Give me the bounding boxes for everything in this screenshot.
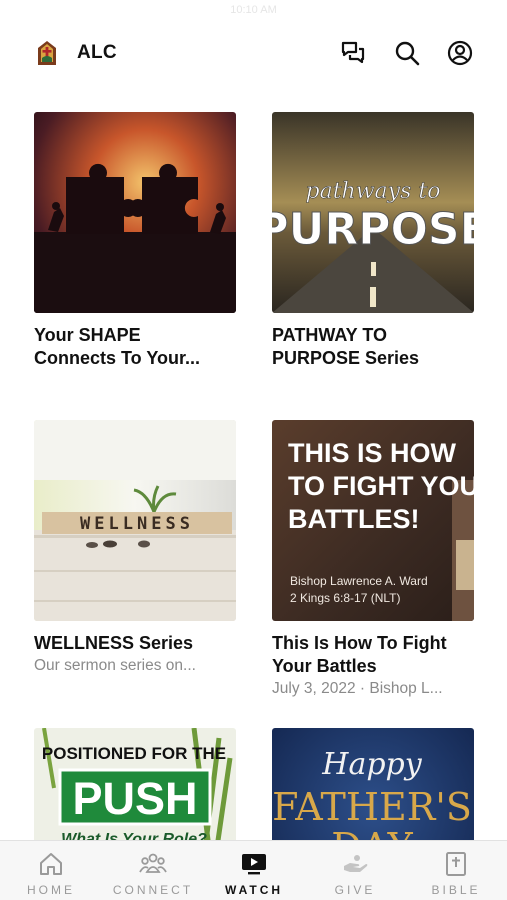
status-bar: 10:10 AM (0, 0, 507, 24)
sermon-thumbnail[interactable] (34, 112, 236, 313)
thumb-script-text: Happy (321, 747, 422, 782)
sermon-thumbnail[interactable]: WELLNESS (34, 420, 236, 621)
tab-label: HOME (27, 883, 75, 897)
thumb-speaker: Bishop Lawrence A. Ward (290, 574, 428, 588)
account-icon[interactable] (445, 38, 475, 68)
thumb-top-text: POSITIONED FOR THE (42, 744, 226, 763)
tab-bible[interactable]: BIBLE (406, 841, 506, 900)
tv-play-icon (242, 854, 266, 875)
sermon-title: This Is How To Fight Your Battles (272, 633, 447, 676)
sermon-title: Your SHAPE Connects To Your... (34, 325, 201, 368)
bottom-tab-bar: HOME CONNECT WATCH GIVE BIBLE (0, 840, 507, 900)
sermon-title: PATHWAY TO PURPOSE Series (272, 325, 420, 368)
tab-watch[interactable]: WATCH (204, 841, 304, 900)
thumb-line2: TO FIGHT YOUR (288, 471, 474, 501)
bible-icon (446, 852, 466, 876)
sermon-thumbnail[interactable]: pathways to PURPOSE (272, 112, 474, 313)
tab-give[interactable]: GIVE (305, 841, 405, 900)
church-logo-icon[interactable] (36, 40, 58, 66)
tab-home[interactable]: HOME (1, 841, 101, 900)
status-time: 10:10 AM (230, 4, 277, 16)
sermon-subtitle: July 3, 2022 · Bishop L... (272, 680, 443, 697)
app-header: ALC (0, 30, 507, 76)
wellness-blocks: WELLNESS (42, 512, 232, 534)
sermon-subtitle: Our sermon series on... (34, 657, 196, 674)
chat-icon[interactable] (338, 38, 368, 68)
sermon-card[interactable]: THIS IS HOW TO FIGHT YOUR BATTLES! Bisho… (272, 420, 474, 698)
tab-label: CONNECT (112, 883, 194, 897)
sermon-card[interactable]: Your SHAPE Connects To Your... (34, 112, 236, 370)
thumb-big1-text: FATHER'S (272, 785, 472, 829)
tab-label: GIVE (334, 883, 376, 897)
sermon-card[interactable]: pathways to PURPOSE PATHWAY TO PURPOSE S… (272, 112, 474, 370)
sermon-card[interactable]: WELLNESS WELLNESS Series Our sermon seri… (34, 420, 236, 675)
thumb-scripture: 2 Kings 6:8-17 (NLT) (290, 591, 401, 605)
app-title: ALC (77, 42, 117, 63)
search-icon[interactable] (392, 38, 422, 68)
give-hand-icon (344, 855, 368, 872)
thumb-line3: BATTLES! (288, 504, 419, 534)
thumb-big-text: PUSH (72, 773, 197, 824)
sermon-title: WELLNESS Series (34, 633, 194, 653)
thumb-script-text: pathways to (306, 179, 441, 204)
tab-label: BIBLE (431, 883, 481, 897)
thumb-line1: THIS IS HOW (288, 438, 457, 468)
tab-connect[interactable]: CONNECT (103, 841, 203, 900)
sermon-thumbnail[interactable]: THIS IS HOW TO FIGHT YOUR BATTLES! Bisho… (272, 420, 474, 621)
people-icon (139, 853, 167, 873)
home-icon (40, 853, 62, 875)
thumb-blocks-text: WELLNESS (80, 514, 194, 534)
tab-label: WATCH (224, 883, 284, 897)
thumb-big-text: PURPOSE (272, 204, 474, 255)
